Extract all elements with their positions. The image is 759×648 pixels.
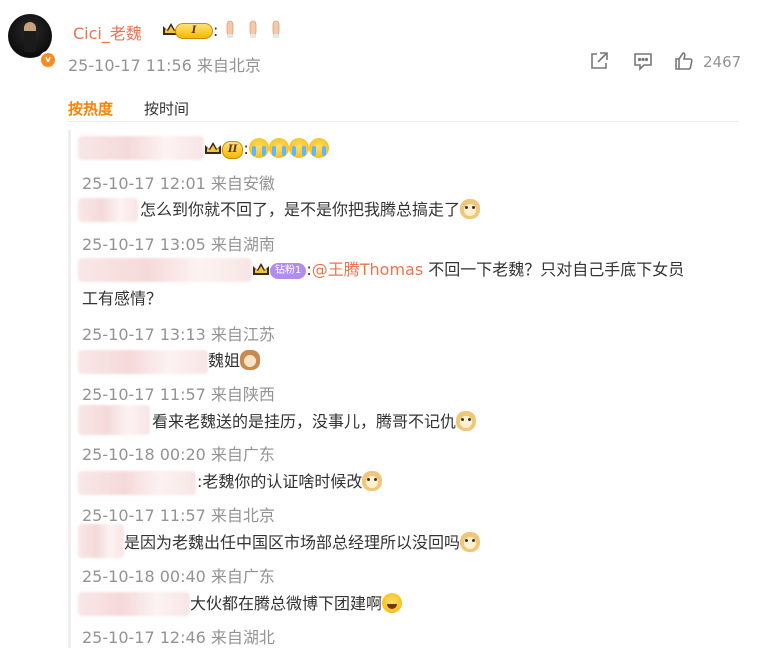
comment-text: 怎么到你就不回了，是不是你把我腾总搞走了 xyxy=(140,200,461,219)
comment-time: 25-10-17 13:13 来自江苏 xyxy=(82,325,275,344)
comment-body: 大伙都在腾总微博下团建啊 xyxy=(190,590,735,618)
post-username[interactable]: Cici_老魏 xyxy=(73,20,142,44)
doge-emoji-icon xyxy=(456,411,477,431)
comment-text: 大伙都在腾总微博下团建啊 xyxy=(190,594,383,613)
blurred-username xyxy=(78,258,252,282)
comment-time: 25-10-18 00:20 来自广东 xyxy=(82,445,275,464)
pray-hand-icon xyxy=(272,20,280,38)
comment-icon[interactable] xyxy=(632,50,654,72)
comment-time: 25-10-18 00:40 来自广东 xyxy=(82,567,275,586)
verified-badge-icon: v xyxy=(39,51,57,69)
comment-text: 看来老魏送的是挂历，没事儿，腾哥不记仇 xyxy=(152,412,457,431)
level-badge-label: II xyxy=(222,141,244,159)
blurred-username xyxy=(78,524,124,558)
crying-emoji-icon xyxy=(308,138,329,158)
blurred-username xyxy=(78,471,196,495)
crying-emoji-icon xyxy=(248,138,269,158)
comment-body: 是因为老魏出任中国区市场部总经理所以没回吗 xyxy=(124,529,735,557)
crying-emoji-icon xyxy=(268,138,289,158)
comment-body: II: xyxy=(204,135,735,163)
divider xyxy=(68,121,739,122)
comment-text: :老魏你的认证啥时候改 xyxy=(197,472,363,491)
pray-hand-icon xyxy=(226,20,234,38)
comment-text: 魏姐 xyxy=(208,351,241,370)
doge-emoji-icon xyxy=(460,532,481,552)
comment-body: 钻粉1:@王腾Thomas 不回一下老魏？只对自己手底下女员 xyxy=(252,256,735,284)
pray-hand-icon xyxy=(249,20,257,38)
comment-text: : xyxy=(243,139,249,158)
comment-body: 看来老魏送的是挂历，没事儿，腾哥不记仇 xyxy=(152,408,735,436)
blurred-username xyxy=(78,350,208,374)
blurred-username xyxy=(78,136,204,160)
comment-time: 25-10-17 11:57 来自陕西 xyxy=(82,385,275,404)
post-colon: : xyxy=(213,21,219,40)
comment-time: 25-10-17 11:57 来自北京 xyxy=(82,506,275,525)
thread-line xyxy=(68,130,71,648)
tab-sort-hot[interactable]: 按热度 xyxy=(68,98,113,119)
blurred-username xyxy=(78,592,190,616)
comment-time: 25-10-17 12:01 来自安徽 xyxy=(82,174,275,193)
doge-emoji-icon xyxy=(362,471,383,491)
blurred-username xyxy=(78,198,138,222)
comment-time: 25-10-17 12:46 来自湖北 xyxy=(82,628,275,647)
crown-icon xyxy=(253,263,269,275)
share-icon[interactable] xyxy=(588,50,610,72)
comment-body: 魏姐 xyxy=(208,347,735,375)
comment-body: 怎么到你就不回了，是不是你把我腾总搞走了 xyxy=(140,196,735,224)
comment-text: 不回一下老魏？只对自己手底下女员 xyxy=(423,260,685,279)
doge-emoji-icon xyxy=(460,199,481,219)
tab-sort-time[interactable]: 按时间 xyxy=(144,98,189,119)
thumbs-up-icon[interactable] xyxy=(673,50,695,72)
fan-badge: 钻粉1 xyxy=(270,263,307,279)
level-badge-label: I xyxy=(175,23,213,39)
comment-text-continued: 工有感情？ xyxy=(82,289,163,308)
comment-body: :老魏你的认证啥时候改 xyxy=(197,468,735,496)
post-time: 25-10-17 11:56 来自北京 xyxy=(68,56,261,75)
blurred-username xyxy=(78,405,150,435)
mention-link[interactable]: @王腾Thomas xyxy=(312,260,423,279)
laughing-emoji-icon xyxy=(382,593,403,613)
cat-emoji-icon xyxy=(240,350,261,370)
crown-icon xyxy=(205,142,221,154)
like-count: 2467 xyxy=(703,53,742,71)
level-badge: I xyxy=(161,20,213,40)
crying-emoji-icon xyxy=(288,138,309,158)
comment-text: 是因为老魏出任中国区市场部总经理所以没回吗 xyxy=(124,533,461,552)
comment-time: 25-10-17 13:05 来自湖南 xyxy=(82,235,275,254)
